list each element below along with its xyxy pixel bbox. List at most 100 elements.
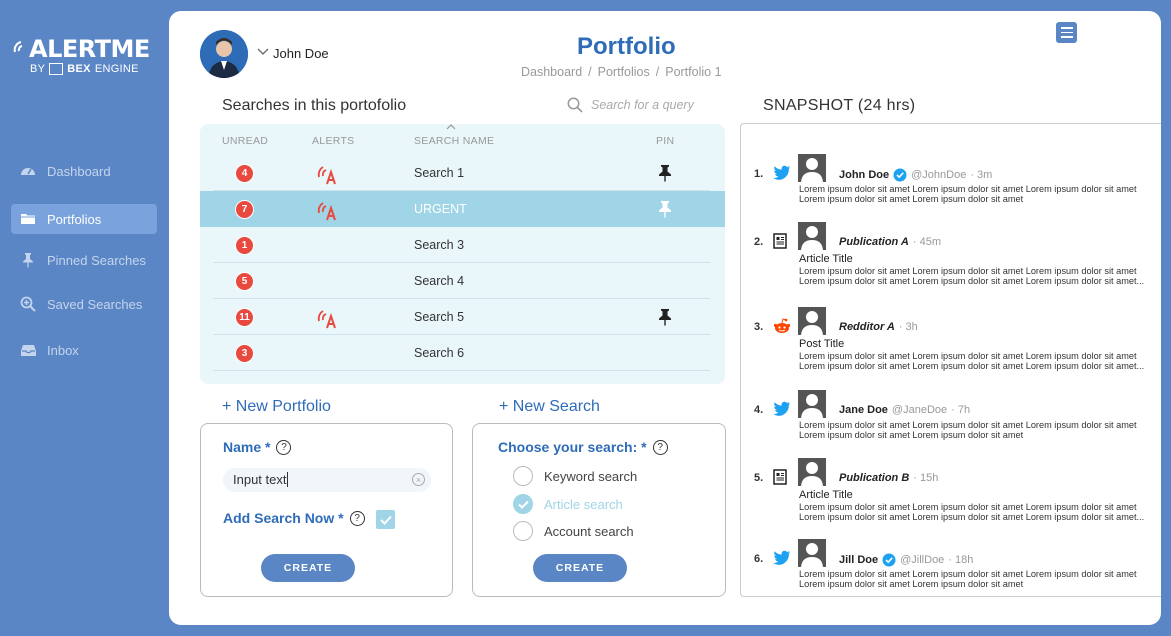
- item-title[interactable]: Article Title: [799, 489, 853, 501]
- item-body: Lorem ipsum dolor sit amet Lorem ipsum d…: [799, 569, 1137, 589]
- signal-icon: [13, 41, 23, 53]
- alert-icon[interactable]: [317, 164, 339, 191]
- unread-badge: 5: [235, 272, 254, 291]
- breadcrumb-portfolios[interactable]: Portfolios: [598, 65, 650, 79]
- add-search-now-text: Add Search Now *: [223, 510, 344, 526]
- search-name[interactable]: Search 3: [414, 238, 464, 252]
- breadcrumb: Dashboard / Portfolios / Portfolio 1: [521, 65, 722, 79]
- avatar[interactable]: [798, 154, 826, 182]
- table-row[interactable]: 4 Search 1: [200, 155, 725, 191]
- avatar[interactable]: [798, 539, 826, 567]
- alert-icon[interactable]: [317, 308, 339, 335]
- column-alerts[interactable]: ALERTS: [312, 135, 354, 147]
- create-search-button[interactable]: CREATE: [533, 554, 627, 582]
- search-name[interactable]: URGENT: [414, 202, 467, 216]
- author-name[interactable]: Jill Doe: [839, 554, 878, 566]
- sidebar-item-dashboard[interactable]: Dashboard: [11, 156, 157, 186]
- pin-icon[interactable]: [658, 200, 672, 223]
- brand-by: BY: [30, 63, 46, 75]
- author-handle: @JillDoe: [900, 554, 945, 566]
- search-name[interactable]: Search 5: [414, 310, 464, 324]
- add-search-now-checkbox[interactable]: [376, 510, 395, 529]
- radio-account-search[interactable]: Account search: [513, 521, 634, 541]
- author-name[interactable]: Redditor A: [839, 321, 895, 333]
- radio-button[interactable]: [513, 466, 533, 486]
- menu-button[interactable]: [1056, 22, 1077, 43]
- item-header: Jill Doe @JillDoe · 18h: [839, 553, 973, 567]
- table-row[interactable]: 11 Search 5: [200, 299, 725, 335]
- sort-up-icon[interactable]: [446, 124, 456, 130]
- radio-button[interactable]: [513, 494, 533, 514]
- twitter-icon: [773, 550, 791, 570]
- radio-keyword-search[interactable]: Keyword search: [513, 466, 637, 486]
- sidebar-item-label: Portfolios: [47, 211, 102, 227]
- snapshot-feed[interactable]: 1. John Doe @JohnDoe · 3m Lorem ipsum dolor …: [740, 123, 1161, 597]
- menu-bar: [1060, 31, 1073, 34]
- search-input[interactable]: Search for a query: [567, 97, 694, 113]
- item-header: Redditor A · 3h: [839, 321, 918, 333]
- chevron-down-icon[interactable]: [257, 48, 269, 56]
- clear-icon[interactable]: ×: [412, 473, 425, 486]
- item-header: Publication B · 15h: [839, 472, 938, 484]
- sidebar-item-label: Pinned Searches: [47, 252, 147, 268]
- column-unread[interactable]: UNREAD: [222, 135, 268, 147]
- help-icon[interactable]: ?: [276, 439, 292, 455]
- item-number: 5.: [754, 472, 764, 484]
- name-field-value: Input text: [233, 472, 287, 487]
- author-name[interactable]: John Doe: [839, 169, 889, 181]
- sidebar-item-portfolios[interactable]: Portfolios: [11, 204, 157, 234]
- new-portfolio-link[interactable]: + New Portfolio: [222, 398, 331, 416]
- table-row[interactable]: 7 URGENT: [200, 191, 725, 227]
- unread-badge: 4: [235, 164, 254, 183]
- avatar[interactable]: [798, 390, 826, 418]
- pin-icon[interactable]: [658, 308, 672, 331]
- menu-bar: [1060, 26, 1073, 29]
- searches-table: UNREAD ALERTS SEARCH NAME PIN 4 Search 1 7…: [200, 124, 725, 384]
- timestamp: · 3h: [898, 321, 918, 333]
- avatar[interactable]: [798, 458, 826, 486]
- name-field[interactable]: Input text ×: [223, 468, 431, 492]
- item-header: John Doe @JohnDoe · 3m: [839, 168, 992, 182]
- verified-icon: [893, 168, 907, 182]
- column-pin[interactable]: PIN: [656, 135, 674, 147]
- create-portfolio-button[interactable]: CREATE: [261, 554, 355, 582]
- search-name[interactable]: Search 1: [414, 166, 464, 180]
- text-cursor: [287, 472, 289, 487]
- author-name[interactable]: Publication B: [839, 472, 909, 484]
- author-name[interactable]: Jane Doe: [839, 404, 888, 416]
- sidebar-item-label: Saved Searches: [47, 296, 143, 312]
- sidebar-item-inbox[interactable]: Inbox: [11, 335, 157, 365]
- pin-icon[interactable]: [658, 164, 672, 187]
- table-row[interactable]: 5 Search 4: [200, 263, 725, 299]
- radio-button[interactable]: [513, 521, 533, 541]
- new-search-link[interactable]: + New Search: [499, 398, 600, 416]
- item-body: Lorem ipsum dolor sit amet Lorem ipsum d…: [799, 502, 1145, 522]
- breadcrumb-dashboard[interactable]: Dashboard: [521, 65, 582, 79]
- timestamp: · 15h: [913, 472, 939, 484]
- sidebar-item-saved-searches[interactable]: Saved Searches: [11, 289, 157, 319]
- author-name[interactable]: Publication A: [839, 236, 909, 248]
- table-row[interactable]: 3 Search 6: [200, 335, 725, 371]
- brand-engine: ENGINE: [94, 63, 139, 75]
- twitter-icon: [773, 401, 791, 421]
- table-row[interactable]: 1 Search 3: [200, 227, 725, 263]
- help-icon[interactable]: ?: [652, 439, 668, 455]
- row-divider: [213, 370, 710, 371]
- alert-icon[interactable]: [317, 200, 339, 227]
- search-name[interactable]: Search 4: [414, 274, 464, 288]
- item-number: 2.: [754, 236, 764, 248]
- search-name[interactable]: Search 6: [414, 346, 464, 360]
- breadcrumb-separator: /: [655, 65, 660, 79]
- twitter-icon: [773, 165, 791, 185]
- user-name[interactable]: John Doe: [273, 46, 329, 61]
- help-icon[interactable]: ?: [349, 510, 365, 526]
- avatar[interactable]: [798, 307, 826, 335]
- page-title: Portfolio: [577, 33, 676, 60]
- item-title[interactable]: Post Title: [799, 338, 844, 350]
- avatar[interactable]: [798, 222, 826, 250]
- radio-article-search[interactable]: Article search: [513, 494, 623, 514]
- item-title[interactable]: Article Title: [799, 253, 853, 265]
- sidebar-item-pinned-searches[interactable]: Pinned Searches: [11, 245, 157, 275]
- avatar[interactable]: [200, 30, 248, 78]
- column-search-name[interactable]: SEARCH NAME: [414, 135, 494, 147]
